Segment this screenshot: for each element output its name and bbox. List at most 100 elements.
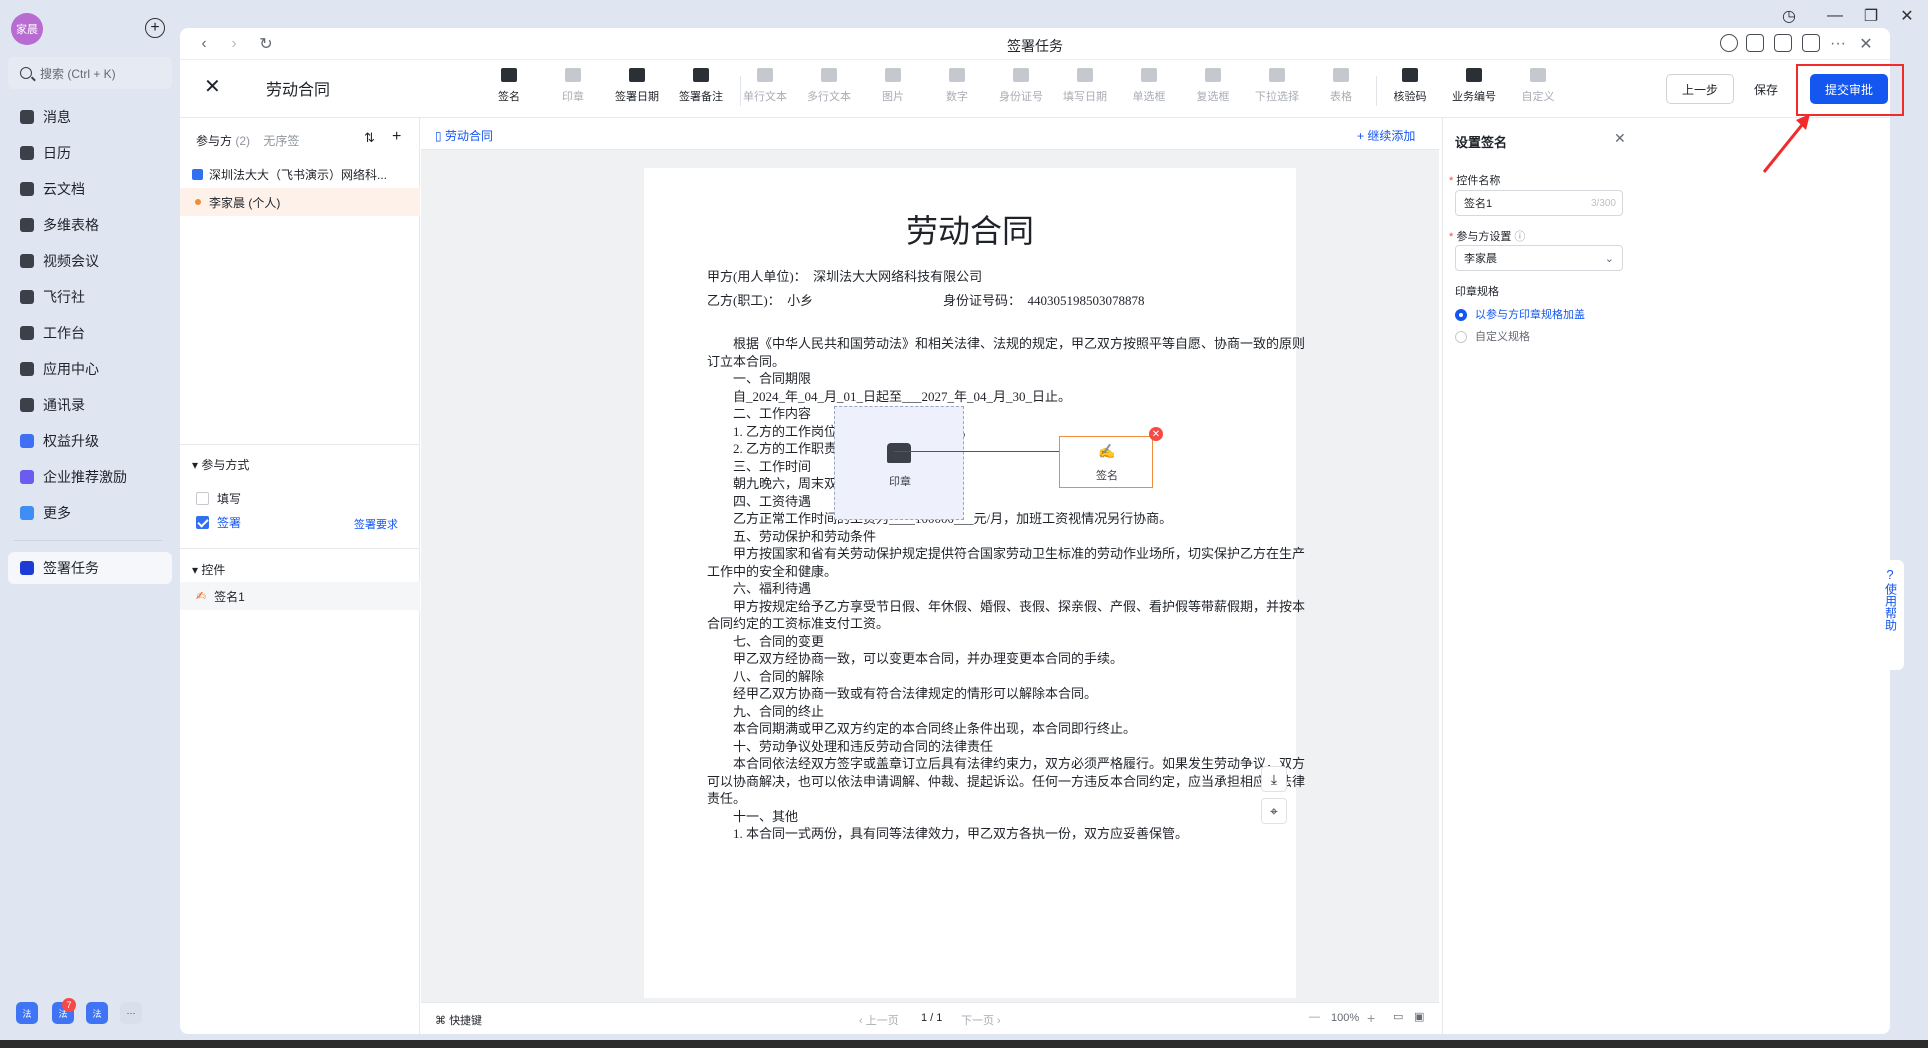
panel-title: 设置签名 bbox=[1455, 135, 1508, 150]
save-button[interactable]: 保存 bbox=[1744, 74, 1788, 104]
window-icon[interactable] bbox=[1774, 34, 1792, 52]
tool-checkbox[interactable]: 复选框 bbox=[1183, 68, 1243, 104]
participation-mode-heading[interactable]: ▾ 参与方式 bbox=[192, 456, 249, 473]
nav-calendar[interactable]: 日历 bbox=[8, 137, 172, 169]
tool-business-number[interactable]: 业务编号 bbox=[1444, 68, 1504, 104]
control-name-input[interactable]: 签名1 3/300 bbox=[1455, 190, 1623, 216]
tool-single-text[interactable]: 单行文本 bbox=[735, 68, 795, 104]
avatar[interactable]: 家晨 bbox=[11, 13, 43, 45]
participant-item[interactable]: 深圳法大大（飞书演示）网络科... bbox=[180, 160, 420, 188]
more-icon[interactable]: ··· bbox=[120, 1002, 142, 1024]
party-select[interactable]: 李家晨 ⌄ bbox=[1455, 245, 1623, 271]
history-icon[interactable]: ◷ bbox=[1774, 4, 1804, 28]
close-panel-icon[interactable]: ✕ bbox=[1614, 130, 1626, 147]
minimize-icon[interactable]: — bbox=[1820, 4, 1850, 28]
doc-tab[interactable]: ▯ 劳动合同 bbox=[435, 127, 493, 144]
tool-signature[interactable]: 签名 bbox=[479, 68, 539, 104]
mode-fill-option[interactable]: 填写 bbox=[196, 490, 241, 507]
tool-number[interactable]: 数字 bbox=[927, 68, 987, 104]
mode-sign-option[interactable]: 签署 bbox=[196, 514, 241, 531]
seal-placeholder[interactable]: 印章 bbox=[834, 406, 964, 520]
more-options-icon[interactable]: ··· bbox=[1828, 34, 1848, 54]
info-icon[interactable]: ⓘ bbox=[1514, 231, 1525, 243]
zoom-in-icon[interactable]: + bbox=[1367, 1010, 1375, 1026]
number-icon bbox=[949, 68, 965, 82]
share-icon[interactable] bbox=[1802, 34, 1820, 52]
doc-line: 可以协商解决，也可以依法申请调解、仲裁、提起诉讼。任何一方违反本合同约定，应当承… bbox=[707, 774, 1306, 789]
tool-image[interactable]: 图片 bbox=[863, 68, 923, 104]
new-icon[interactable]: + bbox=[145, 18, 165, 38]
nav-community[interactable]: 飞行社 bbox=[8, 281, 172, 313]
divider bbox=[180, 548, 420, 549]
radio-selected[interactable] bbox=[1455, 309, 1467, 322]
sort-icon[interactable]: ⇅ bbox=[364, 130, 375, 146]
next-page-button[interactable]: 下一页 › bbox=[961, 1012, 1001, 1028]
nav-contacts[interactable]: 通讯录 bbox=[8, 389, 172, 421]
dock-app-3[interactable]: 法 bbox=[86, 1002, 108, 1024]
nav-sign-task[interactable]: 签署任务 bbox=[8, 552, 172, 584]
bag-icon bbox=[20, 362, 34, 376]
nav-meetings[interactable]: 视频会议 bbox=[8, 245, 172, 277]
prev-page-button[interactable]: ‹ 上一页 bbox=[859, 1012, 899, 1028]
nav-app-center[interactable]: 应用中心 bbox=[8, 353, 172, 385]
help-button[interactable]: ? 使用帮助 bbox=[1876, 560, 1904, 670]
nav-messages[interactable]: 消息 bbox=[8, 101, 172, 133]
tool-custom[interactable]: 自定义 bbox=[1508, 68, 1568, 104]
tab-unordered[interactable]: 无序签 bbox=[263, 134, 299, 148]
radio[interactable] bbox=[1455, 331, 1467, 344]
add-participant-icon[interactable]: + bbox=[392, 128, 401, 146]
spec-option-custom[interactable]: 自定义规格 bbox=[1455, 328, 1530, 344]
signature-field[interactable]: ✍ 签名 bbox=[1059, 436, 1153, 488]
shortcut-button[interactable]: ⌘ 快捷键 bbox=[435, 1012, 482, 1028]
tab-participants[interactable]: 参与方 bbox=[196, 134, 232, 148]
tool-multi-text[interactable]: 多行文本 bbox=[799, 68, 859, 104]
control-item[interactable]: ✍ 签名1 bbox=[180, 582, 420, 610]
nav-workplace[interactable]: 工作台 bbox=[8, 317, 172, 349]
note-add-icon bbox=[693, 68, 709, 82]
dock-app-1[interactable]: 法 bbox=[16, 1002, 38, 1024]
nav-more[interactable]: 更多 bbox=[8, 497, 172, 529]
annotation-arrow bbox=[1762, 114, 1810, 173]
controls-heading[interactable]: ▾ 控件 bbox=[192, 561, 225, 578]
continue-add-link[interactable]: + 继续添加 bbox=[1357, 127, 1415, 144]
bot-icon[interactable] bbox=[1746, 34, 1764, 52]
checkbox-checked[interactable] bbox=[196, 516, 209, 529]
nav-base[interactable]: 多维表格 bbox=[8, 209, 172, 241]
tool-seal[interactable]: 印章 bbox=[543, 68, 603, 104]
id-card-icon bbox=[1013, 68, 1029, 82]
fit-page-icon[interactable]: ▭ bbox=[1393, 1010, 1403, 1023]
properties-panel: 设置签名 ✕ * 控件名称 签名1 3/300 * 参与方设置 ⓘ 李家晨 ⌄ 印章… bbox=[1442, 118, 1890, 1034]
tool-table[interactable]: 表格 bbox=[1311, 68, 1371, 104]
prev-step-button[interactable]: 上一步 bbox=[1666, 74, 1734, 104]
tool-verify-code[interactable]: 核验码 bbox=[1380, 68, 1440, 104]
checkbox[interactable] bbox=[196, 492, 209, 505]
tool-fill-date[interactable]: 填写日期 bbox=[1055, 68, 1115, 104]
download-icon[interactable]: ⤓ bbox=[1261, 766, 1287, 792]
seal-spec-label: 印章规格 bbox=[1455, 286, 1499, 298]
nav-docs[interactable]: 云文档 bbox=[8, 173, 172, 205]
section-label: 控件 bbox=[201, 563, 226, 577]
tool-dropdown[interactable]: 下拉选择 bbox=[1247, 68, 1307, 104]
tool-radio[interactable]: 单选框 bbox=[1119, 68, 1179, 104]
close-icon[interactable]: ✕ bbox=[204, 74, 221, 99]
spec-option-default[interactable]: 以参与方印章规格加盖 bbox=[1455, 306, 1585, 322]
thumbnail-icon[interactable]: ▣ bbox=[1414, 1010, 1424, 1023]
locate-icon[interactable]: ⌖ bbox=[1261, 798, 1287, 824]
app-sidebar: 家晨 + 搜索 (Ctrl + K) 消息 日历 云文档 多维表格 视频会议 飞… bbox=[0, 0, 180, 1048]
sign-requirement-link[interactable]: 签署要求 bbox=[354, 516, 398, 532]
participant-item-selected[interactable]: 李家晨 (个人) bbox=[180, 188, 420, 216]
remove-field-icon[interactable]: ✕ bbox=[1149, 427, 1163, 441]
tool-sign-note[interactable]: 签署备注 bbox=[671, 68, 731, 104]
restore-icon[interactable]: ❐ bbox=[1856, 4, 1886, 28]
tool-id-number[interactable]: 身份证号 bbox=[991, 68, 1051, 104]
zoom-out-icon[interactable]: — bbox=[1309, 1011, 1320, 1023]
nav-referral[interactable]: 企业推荐激励 bbox=[8, 461, 172, 493]
nav-upgrade[interactable]: 权益升级 bbox=[8, 425, 172, 457]
status-dot bbox=[195, 199, 201, 205]
close-tab-icon[interactable]: ✕ bbox=[1856, 34, 1876, 54]
search-input[interactable]: 搜索 (Ctrl + K) bbox=[8, 57, 172, 89]
feedback-icon[interactable] bbox=[1720, 34, 1738, 52]
close-window-icon[interactable]: ✕ bbox=[1892, 4, 1922, 28]
tool-sign-date[interactable]: 签署日期 bbox=[607, 68, 667, 104]
nav-label: 飞行社 bbox=[43, 289, 85, 305]
